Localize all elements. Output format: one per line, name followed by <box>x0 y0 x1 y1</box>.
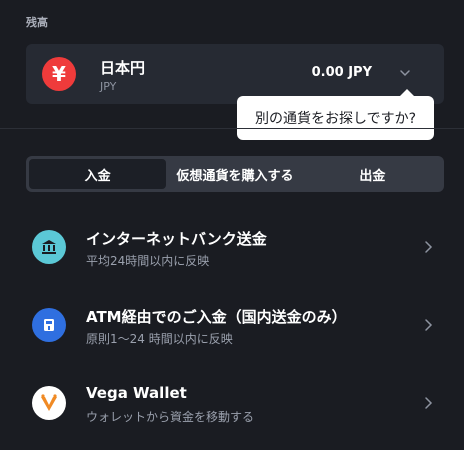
currency-tooltip: 別の通貨をお探しですか? <box>237 89 434 140</box>
divider <box>0 128 464 129</box>
method-atm[interactable]: ATM経由でのご入金（国内送金のみ） 原則1～24 時間以内に反映 <box>0 288 464 362</box>
method-vega-wallet[interactable]: Vega Wallet ウォレットから資金を移動する <box>0 366 464 440</box>
currency-name: 日本円 <box>100 59 146 77</box>
method-title: インターネットバンク送金 <box>86 230 267 248</box>
method-subtitle: 原則1～24 時間以内に反映 <box>86 332 233 346</box>
tab-withdraw[interactable]: 出金 <box>304 159 441 189</box>
chevron-down-icon[interactable] <box>398 66 412 80</box>
action-tabs: 入金 仮想通貨を購入する 出金 <box>26 156 444 192</box>
method-title: Vega Wallet <box>86 384 187 402</box>
method-title: ATM経由でのご入金（国内送金のみ） <box>86 308 347 326</box>
tab-buy-crypto[interactable]: 仮想通貨を購入する <box>166 159 303 189</box>
method-subtitle: 平均24時間以内に反映 <box>86 254 210 268</box>
bank-icon <box>32 230 66 264</box>
currency-selector[interactable]: ¥ 日本円 JPY 0.00 JPY <box>26 44 444 104</box>
tooltip-text: 別の通貨をお探しですか? <box>254 111 416 127</box>
method-internet-bank[interactable]: インターネットバンク送金 平均24時間以内に反映 <box>0 210 464 284</box>
currency-balance: 0.00 JPY <box>311 65 372 80</box>
currency-code: JPY <box>100 80 117 93</box>
tab-deposit[interactable]: 入金 <box>29 159 167 189</box>
yen-icon: ¥ <box>42 57 76 91</box>
chevron-right-icon <box>425 241 433 253</box>
atm-icon <box>32 308 66 342</box>
balance-label: 残高 <box>26 16 48 29</box>
method-subtitle: ウォレットから資金を移動する <box>86 410 255 424</box>
chevron-right-icon <box>425 319 433 331</box>
chevron-right-icon <box>425 397 433 409</box>
vega-wallet-icon <box>32 386 66 420</box>
